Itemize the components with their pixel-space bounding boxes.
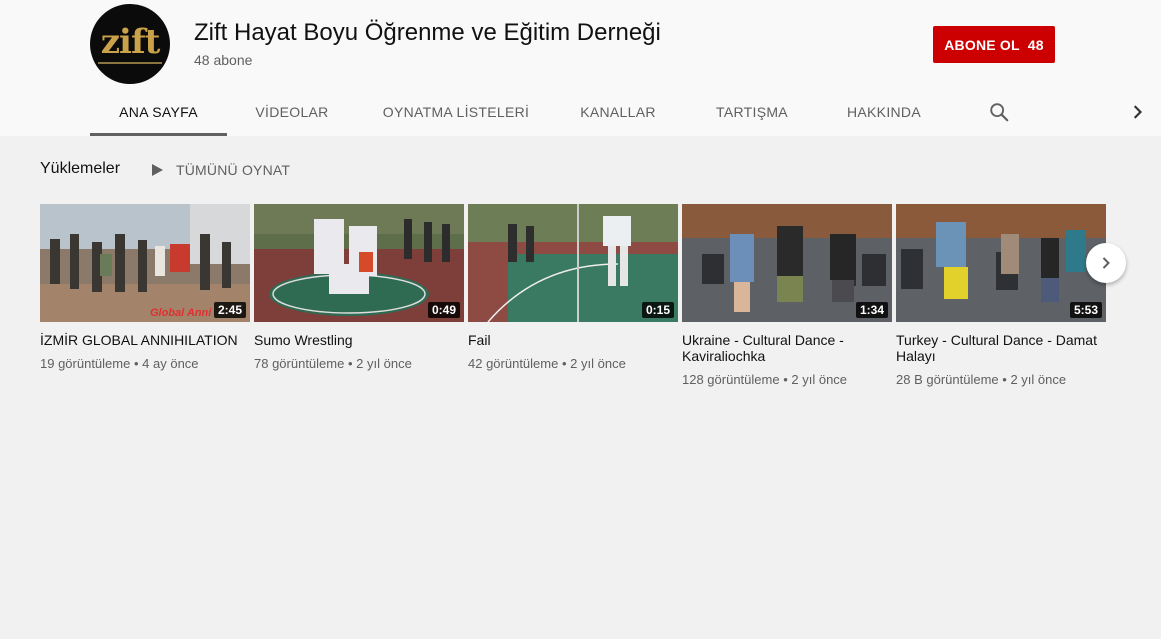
video-title[interactable]: Sumo Wrestling: [254, 332, 464, 348]
video-meta: 78 görüntüleme • 2 yıl önce: [254, 356, 464, 371]
meta-separator: •: [561, 356, 567, 371]
video-thumbnail[interactable]: Global Anni 2:45: [40, 204, 250, 322]
video-card[interactable]: Global Anni 2:45 İZMİR GLOBAL ANNIHILATI…: [40, 204, 250, 371]
search-icon[interactable]: [988, 101, 1010, 123]
video-title[interactable]: Ukraine - Cultural Dance - Kaviraliochka: [682, 332, 892, 364]
video-meta: 28 B görüntüleme • 2 yıl önce: [896, 372, 1106, 387]
video-thumbnail[interactable]: 1:34: [682, 204, 892, 322]
play-all-button[interactable]: TÜMÜNÜ OYNAT: [150, 161, 290, 179]
chevron-right-icon[interactable]: [1128, 102, 1148, 122]
video-title[interactable]: İZMİR GLOBAL ANNIHILATION: [40, 332, 250, 348]
video-duration: 0:15: [641, 302, 674, 318]
video-title[interactable]: Fail: [468, 332, 678, 348]
video-views: 28 B görüntüleme: [896, 372, 999, 387]
video-card[interactable]: 0:49 Sumo Wrestling 78 görüntüleme • 2 y…: [254, 204, 464, 371]
video-thumbnail[interactable]: 0:49: [254, 204, 464, 322]
video-card[interactable]: 5:53 Turkey - Cultural Dance - Damat Hal…: [896, 204, 1106, 387]
tab-videos[interactable]: VİDEOLAR: [227, 88, 357, 136]
video-thumbnail[interactable]: 5:53: [896, 204, 1106, 322]
video-duration: 1:34: [855, 302, 888, 318]
tab-discussion[interactable]: TARTIŞMA: [681, 88, 823, 136]
video-duration: 5:53: [1069, 302, 1102, 318]
avatar-logo-text: zift: [100, 22, 161, 62]
meta-separator: •: [133, 356, 139, 371]
video-views: 128 görüntüleme: [682, 372, 780, 387]
video-card[interactable]: 0:15 Fail 42 görüntüleme • 2 yıl önce: [468, 204, 678, 371]
video-card[interactable]: 1:34 Ukraine - Cultural Dance - Kavirali…: [682, 204, 892, 387]
video-views: 42 görüntüleme: [468, 356, 559, 371]
channel-title: Zift Hayat Boyu Öğrenme ve Eğitim Derneğ…: [194, 19, 661, 46]
chevron-right-icon: [1102, 257, 1110, 269]
channel-tabs: ANA SAYFA VİDEOLAR OYNATMA LİSTELERİ KAN…: [90, 88, 945, 136]
video-meta: 42 görüntüleme • 2 yıl önce: [468, 356, 678, 371]
tab-channels[interactable]: KANALLAR: [555, 88, 681, 136]
video-age: 2 yıl önce: [1010, 372, 1067, 387]
video-age: 2 yıl önce: [791, 372, 848, 387]
video-thumbnail[interactable]: 0:15: [468, 204, 678, 322]
subscribe-button[interactable]: ABONE OL 48: [933, 26, 1055, 63]
channel-avatar[interactable]: zift: [90, 4, 170, 84]
subscribe-label: ABONE OL: [944, 36, 1020, 53]
subscriber-count: 48 abone: [194, 52, 253, 68]
channel-header: zift Zift Hayat Boyu Öğrenme ve Eğitim D…: [0, 0, 1161, 136]
tab-about[interactable]: HAKKINDA: [823, 88, 945, 136]
meta-separator: •: [783, 372, 788, 387]
video-age: 2 yıl önce: [570, 356, 626, 371]
video-meta: 19 görüntüleme • 4 ay önce: [40, 356, 250, 371]
meta-separator: •: [1002, 372, 1007, 387]
video-age: 4 ay önce: [142, 356, 199, 371]
video-meta: 128 görüntüleme • 2 yıl önce: [682, 372, 892, 387]
meta-separator: •: [347, 356, 353, 371]
video-title[interactable]: Turkey - Cultural Dance - Damat Halayı: [896, 332, 1106, 364]
thumbnail-overlay-text: Global Anni: [150, 307, 212, 319]
tab-playlists[interactable]: OYNATMA LİSTELERİ: [357, 88, 555, 136]
shelf-next-button[interactable]: [1086, 243, 1126, 283]
avatar-divider: [98, 62, 162, 64]
video-duration: 0:49: [427, 302, 460, 318]
subscribe-count: 48: [1027, 36, 1044, 53]
video-views: 19 görüntüleme: [40, 356, 131, 371]
play-icon: [152, 164, 163, 176]
play-all-label: TÜMÜNÜ OYNAT: [176, 162, 291, 178]
video-duration: 2:45: [213, 302, 246, 318]
video-age: 2 yıl önce: [356, 356, 412, 371]
video-views: 78 görüntüleme: [254, 356, 345, 371]
tab-home[interactable]: ANA SAYFA: [90, 88, 227, 136]
uploads-heading: Yüklemeler: [40, 160, 121, 177]
